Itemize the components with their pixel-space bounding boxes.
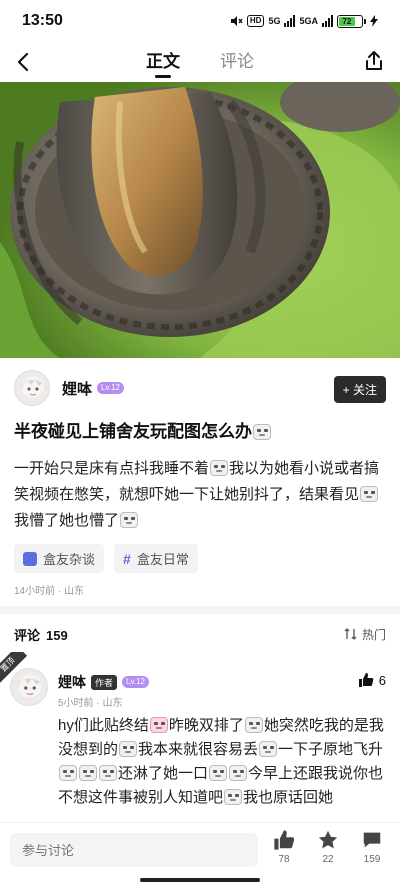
author-row: 娌呠 Lv.12 + 关注	[14, 368, 386, 408]
sticker-emoji-icon	[149, 717, 168, 733]
sticker-emoji-icon	[259, 741, 278, 757]
sort-icon	[344, 628, 357, 640]
sticker-emoji-icon	[229, 765, 248, 781]
sticker-emoji-icon	[59, 765, 77, 781]
post-title-text: 半夜碰见上铺舍友玩配图怎么办	[14, 422, 252, 441]
level-badge: Lv.12	[97, 382, 124, 394]
sticker-emoji-icon	[99, 765, 117, 781]
mute-icon	[230, 16, 243, 26]
comments-count-value: 159	[46, 627, 68, 643]
comment-like-count: 6	[378, 672, 386, 688]
bottom-bar: 78 22 159	[0, 822, 400, 888]
comment-text: hy们此贴终结 昨晚双排了 她突然吃我的是我没想到的 我本来就很容易丢 一下子原地飞升还…	[58, 714, 392, 810]
comment-bubble-icon	[363, 832, 381, 848]
tab-article[interactable]: 正文	[146, 47, 180, 78]
comment-item: 置顶 娌呠 作者 Lv.12 5小时前 · 山东 6 hy们此贴终结 昨晚双排了她…	[0, 652, 400, 822]
tag-hashtag-label: 盒友日常	[136, 552, 189, 567]
comments-count: 评论 159	[14, 625, 68, 644]
thumbs-up-icon	[274, 830, 295, 850]
comment-name-row: 娌呠 作者 Lv.12	[58, 672, 149, 692]
tag-topic-label: 盒友杂谈	[43, 552, 96, 567]
abalone-photo	[0, 82, 400, 358]
hd-icon: HD	[246, 15, 265, 27]
author-name[interactable]: 娌呠	[62, 378, 92, 399]
like-count: 78	[278, 854, 290, 865]
follow-button[interactable]: + 关注	[333, 376, 386, 403]
sticker-emoji-icon	[119, 741, 138, 757]
section-divider	[0, 606, 400, 614]
comment-text-8: 我也原话回她	[243, 789, 334, 806]
sticker-emoji-icon	[224, 789, 243, 805]
signal-icon-2	[322, 15, 333, 27]
sort-label: 热门	[361, 627, 386, 642]
sort-button[interactable]: 热门	[344, 626, 386, 643]
home-indicator	[140, 878, 260, 882]
back-arrow-icon[interactable]	[12, 50, 36, 74]
nav-tabs: 正文 评论	[146, 47, 254, 78]
tags-row: 盒友杂谈 # 盒友日常	[14, 544, 198, 573]
like-button[interactable]: 78	[268, 829, 300, 865]
comment-text-6: 还淋了她一口	[118, 765, 209, 782]
status-bar: 13:50 HD 5G 5GA 72	[0, 0, 400, 42]
comment-button[interactable]: 159	[356, 829, 388, 865]
comment-count: 159	[363, 854, 381, 865]
sticker-emoji-icon	[244, 717, 263, 733]
sticker-emoji-icon	[209, 765, 228, 781]
post-image[interactable]	[0, 82, 400, 358]
comment-text-2: 昨晚双排了	[168, 717, 244, 734]
sticker-emoji-icon	[253, 424, 271, 440]
tag-hashtag[interactable]: # 盒友日常	[114, 544, 198, 573]
author-avatar[interactable]	[14, 370, 50, 406]
sticker-emoji-icon	[79, 765, 97, 781]
thumbs-up-icon	[358, 673, 374, 687]
comment-meta: 5小时前 · 山东	[58, 698, 123, 709]
sticker-emoji-icon	[210, 460, 229, 476]
signal-icon	[284, 15, 296, 27]
comments-label: 评论	[14, 627, 41, 643]
status-icons: HD 5G 5GA 72	[229, 14, 378, 28]
tag-topic[interactable]: 盒友杂谈	[14, 544, 105, 573]
sticker-emoji-icon	[360, 486, 379, 502]
comment-author-name[interactable]: 娌呠	[58, 672, 86, 692]
star-icon	[318, 830, 338, 849]
favorite-button[interactable]: 22	[312, 829, 344, 865]
comment-avatar[interactable]	[10, 668, 48, 706]
author-chip: 作者	[91, 674, 118, 690]
post-body: 一开始只是床有点抖我睡不着 我以为她看小说或者搞笑视频在憋笑，就想吓她一下让她别抖…	[14, 456, 388, 534]
net1-label: 5G	[268, 16, 281, 26]
comment-input[interactable]	[10, 833, 258, 867]
battery-level: 72	[339, 16, 355, 26]
comment-text-5: 一下子原地飞升	[278, 741, 384, 758]
charging-icon	[370, 15, 378, 27]
comment-text-1: hy们此贴终结	[58, 717, 149, 734]
tab-comments[interactable]: 评论	[220, 47, 254, 78]
favorite-count: 22	[322, 854, 334, 865]
post-body-text-3: 我懵了她也懵了	[14, 512, 120, 529]
battery-icon: 72	[337, 14, 366, 28]
comment-level-badge: Lv.12	[122, 676, 149, 688]
status-time: 13:50	[22, 12, 63, 29]
post-meta: 14小时前 · 山东	[14, 586, 85, 597]
comment-text-4: 我本来就很容易丢	[138, 741, 259, 758]
comments-header: 评论 159 热门	[14, 622, 386, 646]
group-icon	[23, 551, 37, 566]
comment-like-button[interactable]: 6	[358, 672, 386, 688]
post-body-text-1: 一开始只是床有点抖我睡不着	[14, 460, 210, 477]
share-icon[interactable]	[362, 49, 386, 73]
sticker-emoji-icon	[120, 512, 139, 528]
post-title: 半夜碰见上铺舍友玩配图怎么办	[14, 420, 386, 444]
hashtag-icon: #	[123, 550, 131, 567]
nav-bar: 正文 评论	[0, 42, 400, 82]
net2-label: 5GA	[299, 16, 318, 26]
